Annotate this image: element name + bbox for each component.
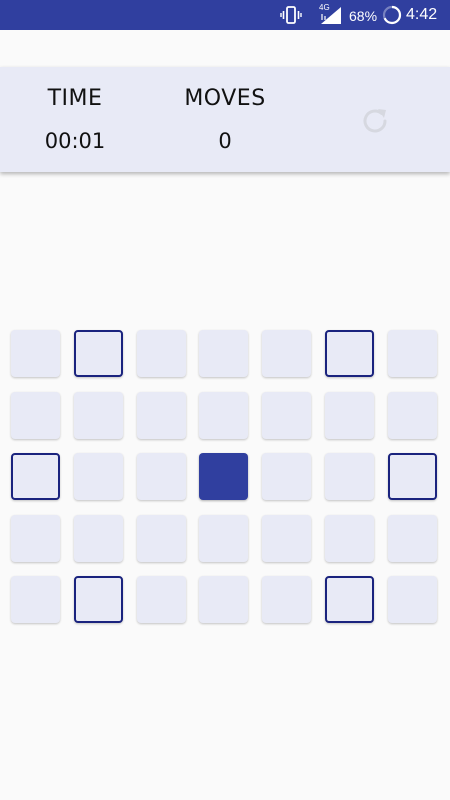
tile-r1-c1-empty[interactable] [11, 330, 60, 377]
tile-r1-c2-outlined[interactable] [74, 330, 123, 377]
tile-r3-c2-empty[interactable] [74, 453, 123, 500]
tile-r4-c3-empty[interactable] [137, 515, 186, 562]
tile-r1-c4-empty[interactable] [199, 330, 248, 377]
status-bar: 4G 68% 4:42 [0, 0, 450, 30]
tile-r2-c6-empty[interactable] [325, 392, 374, 439]
tile-r3-c1-outlined[interactable] [11, 453, 60, 500]
moves-value: 0 [218, 129, 232, 153]
tile-r3-c3-empty[interactable] [137, 453, 186, 500]
tile-r4-c2-empty[interactable] [74, 515, 123, 562]
tile-r3-c6-empty[interactable] [325, 453, 374, 500]
tile-r3-c4-filled[interactable] [199, 453, 248, 500]
tile-r5-c3-empty[interactable] [137, 576, 186, 623]
tile-r2-c3-empty[interactable] [137, 392, 186, 439]
tile-r1-c5-empty[interactable] [262, 330, 311, 377]
tile-r5-c7-empty[interactable] [388, 576, 437, 623]
battery-icon [382, 5, 402, 29]
vibrate-icon [280, 6, 302, 28]
tile-r3-c5-empty[interactable] [262, 453, 311, 500]
tile-r4-c1-empty[interactable] [11, 515, 60, 562]
tile-r2-c1-empty[interactable] [11, 392, 60, 439]
tile-r3-c7-outlined[interactable] [388, 453, 437, 500]
tile-r4-c5-empty[interactable] [262, 515, 311, 562]
tile-r4-c4-empty[interactable] [199, 515, 248, 562]
refresh-icon [363, 109, 387, 133]
tile-r5-c4-empty[interactable] [199, 576, 248, 623]
moves-label: MOVES [184, 86, 266, 111]
tile-r2-c5-empty[interactable] [262, 392, 311, 439]
tile-r5-c5-empty[interactable] [262, 576, 311, 623]
tile-r1-c7-empty[interactable] [388, 330, 437, 377]
tile-r1-c3-empty[interactable] [137, 330, 186, 377]
signal-icon [321, 7, 341, 28]
tile-r4-c6-empty[interactable] [325, 515, 374, 562]
tile-r2-c7-empty[interactable] [388, 392, 437, 439]
tile-r5-c1-empty[interactable] [11, 576, 60, 623]
tile-r5-c2-outlined[interactable] [74, 576, 123, 623]
clock-time: 4:42 [406, 6, 438, 23]
tile-r5-c6-outlined[interactable] [325, 576, 374, 623]
tile-r2-c2-empty[interactable] [74, 392, 123, 439]
tile-r2-c4-empty[interactable] [199, 392, 248, 439]
reset-button[interactable] [357, 103, 393, 139]
battery-percent: 68% [349, 8, 378, 24]
time-label: TIME [47, 86, 103, 111]
tile-r1-c6-outlined[interactable] [325, 330, 374, 377]
time-value: 00:01 [44, 129, 106, 153]
tile-r4-c7-empty[interactable] [388, 515, 437, 562]
